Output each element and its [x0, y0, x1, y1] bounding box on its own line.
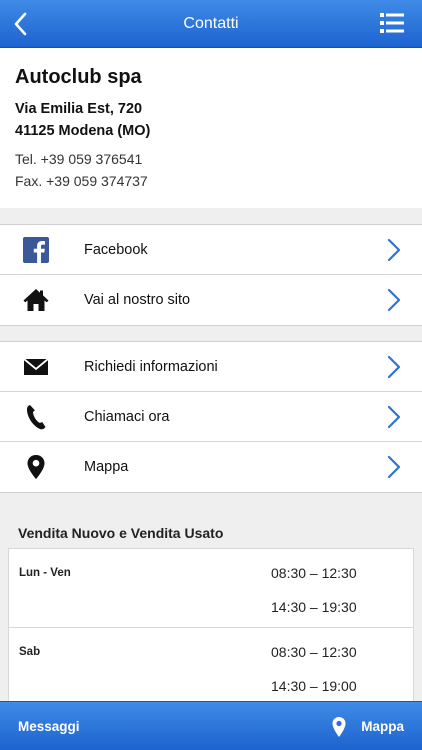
mail-icon [23, 358, 49, 375]
website-label: Vai al nostro sito [84, 292, 191, 308]
map-label: Mappa [84, 459, 129, 475]
address-line-1: Via Emilia Est, 720 [15, 101, 143, 117]
hours-day: Lun - Ven [19, 567, 71, 579]
map-row[interactable]: Mappa [0, 442, 422, 492]
chevron-right-icon [387, 288, 401, 312]
page-title: Contatti [183, 15, 239, 32]
hours-row: Lun - Ven 08:30 – 12:30 14:30 – 19:30 [9, 549, 413, 628]
navbar: Contatti [0, 0, 422, 48]
request-info-label: Richiedi informazioni [84, 359, 218, 375]
map-tab-label: Mappa [361, 719, 404, 734]
chevron-right-icon [387, 455, 401, 479]
hours-slot-afternoon: 14:30 – 19:30 [271, 599, 357, 615]
hours-title: Vendita Nuovo e Vendita Usato [18, 525, 224, 541]
facebook-icon [23, 237, 49, 263]
actions-group: Richiedi informazioni Chiamaci ora Mappa [0, 341, 422, 493]
chevron-right-icon [387, 238, 401, 262]
fax-text: Fax. +39 059 374737 [15, 173, 148, 189]
map-tab[interactable]: Mappa [331, 702, 404, 750]
chevron-right-icon [387, 355, 401, 379]
list-menu-icon[interactable] [380, 12, 404, 34]
address-line-2: 41125 Modena (MO) [15, 123, 151, 139]
hours-row: Sab 08:30 – 12:30 14:30 – 19:00 [9, 628, 413, 707]
hours-table: Lun - Ven 08:30 – 12:30 14:30 – 19:30 Sa… [8, 548, 414, 708]
contact-info: Autoclub spa Via Emilia Est, 720 41125 M… [0, 48, 422, 208]
home-icon [23, 289, 49, 311]
facebook-row[interactable]: Facebook [0, 225, 422, 275]
hours-slot-morning: 08:30 – 12:30 [271, 565, 357, 581]
telephone-text: Tel. +39 059 376541 [15, 151, 143, 167]
website-row[interactable]: Vai al nostro sito [0, 275, 422, 325]
hours-day: Sab [19, 646, 41, 658]
company-name: Autoclub spa [15, 66, 142, 88]
map-pin-icon [332, 716, 346, 737]
call-label: Chiamaci ora [84, 409, 170, 425]
request-info-row[interactable]: Richiedi informazioni [0, 342, 422, 392]
map-pin-icon [27, 455, 45, 479]
facebook-label: Facebook [84, 242, 148, 258]
hours-slot-afternoon: 14:30 – 19:00 [271, 678, 357, 694]
bottom-tab-bar: Messaggi Mappa [0, 701, 422, 750]
hours-slot-morning: 08:30 – 12:30 [271, 644, 357, 660]
links-group: Facebook Vai al nostro sito [0, 224, 422, 326]
call-row[interactable]: Chiamaci ora [0, 392, 422, 442]
phone-icon [27, 405, 46, 430]
chevron-right-icon [387, 405, 401, 429]
messages-tab[interactable]: Messaggi [18, 702, 80, 750]
